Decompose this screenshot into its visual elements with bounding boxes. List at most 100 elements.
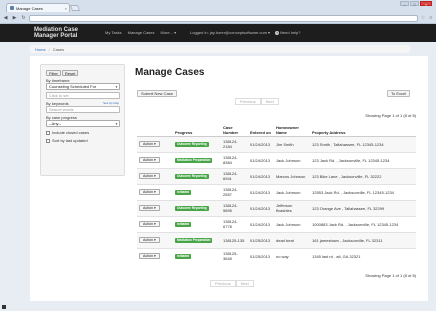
progress-badge: Outcome Reporting	[175, 174, 209, 179]
brand[interactable]: Mediation Case Manager Portal	[34, 27, 78, 39]
new-tab-button[interactable]	[69, 5, 81, 11]
help-link[interactable]: ? Need help?	[275, 30, 301, 35]
progress-cell: Outcome Reporting	[173, 167, 221, 184]
filter-sidebar: Filter Reset By timeframe Counseling Sche…	[40, 64, 125, 176]
action-dropdown-button[interactable]: Action ▾	[139, 205, 160, 211]
progress-badge: Outcome Reporting	[175, 142, 209, 147]
timeframe-date-input[interactable]: Click to set	[46, 92, 120, 99]
column-header-entered-on[interactable]: Entered on	[248, 120, 274, 137]
progress-cell: Initiated	[173, 215, 221, 232]
case-number-cell: 138124-6778	[221, 215, 248, 232]
maximize-button[interactable]: □	[410, 1, 419, 7]
include-closed-checkbox[interactable]: Include closed cases	[46, 130, 119, 135]
page-content: Filter Reset By timeframe Counseling Sche…	[30, 56, 428, 301]
action-dropdown-button[interactable]: Action ▾	[139, 157, 160, 163]
timeframe-select[interactable]: Counseling Scheduled For ▼	[46, 83, 120, 90]
progress-select-value: --Any--	[49, 121, 62, 126]
homeowner-cell: Jack Johnson	[274, 215, 310, 232]
bookmark-star-icon[interactable]: ☆	[420, 15, 426, 21]
chevron-down-icon: ▼	[115, 122, 118, 126]
entered-on-cell: 01/24/2013	[248, 167, 274, 184]
submit-new-case-button[interactable]: Submit New Case	[137, 90, 178, 97]
entered-on-cell: 01/24/2013	[248, 151, 274, 168]
action-cell: Action ▾	[137, 199, 173, 216]
browser-tab[interactable]: Manage Cases ×	[6, 3, 70, 12]
url-input[interactable]	[29, 14, 418, 22]
homeowner-cell: Marcus Johnson	[274, 167, 310, 184]
homeowner-cell: Jefferson Brashtes	[274, 199, 310, 216]
table-header-row: Progress Case Number Entered on Homeowne…	[137, 120, 416, 137]
tab-close-icon[interactable]: ×	[65, 6, 67, 11]
column-header-address[interactable]: Property Address	[310, 120, 416, 137]
keywords-input[interactable]: Search words	[46, 106, 120, 113]
nav-manage-cases[interactable]: Manage Cases	[128, 30, 155, 35]
breadcrumb-home[interactable]: Home	[35, 47, 46, 52]
address-cell: 123 Jack Rd. , Jacksonville, FL 12345-12…	[310, 151, 416, 168]
reset-button[interactable]: Reset	[61, 70, 79, 76]
reload-icon[interactable]: ↻	[20, 15, 27, 22]
case-number-cell: 138125-135	[221, 231, 248, 248]
timeframe-select-value: Counseling Scheduled For	[49, 84, 97, 89]
column-header-progress[interactable]: Progress	[173, 120, 221, 137]
action-dropdown-button[interactable]: Action ▾	[139, 237, 160, 243]
filter-button[interactable]: Filter	[46, 70, 61, 76]
column-header-case-number[interactable]: Case Number	[221, 120, 248, 137]
action-cell: Action ▾	[137, 215, 173, 232]
taskbar-icon	[2, 305, 6, 309]
sort-updated-checkbox[interactable]: Sort by last updated	[46, 138, 119, 143]
table-row: Action ▾ Outcome Reporting 138124-6941 01/2…	[137, 167, 416, 184]
action-dropdown-button[interactable]: Action ▾	[139, 253, 160, 260]
address-bar-row: ◀ ▶ ↻ ☆ ≡	[2, 13, 434, 23]
progress-badge: Initiated	[175, 190, 192, 195]
address-cell: 1345 last rd , atl, GA 32321	[310, 247, 416, 264]
cases-table: Progress Case Number Entered on Homeowne…	[137, 120, 416, 264]
chevron-down-icon: ▼	[115, 85, 118, 89]
case-number-cell: 138124-2184	[221, 135, 248, 152]
column-header-homeowner[interactable]: Homeowner Name	[274, 120, 310, 137]
pager-next[interactable]: Next	[235, 280, 254, 287]
pager-previous[interactable]: Previous	[210, 280, 236, 287]
keywords-tip-link[interactable]: See tip help	[103, 101, 119, 106]
entered-on-cell: 01/24/2013	[248, 215, 274, 232]
table-row: Action ▾ Initiated 138124-2557 01/24/2013 Ja…	[137, 183, 416, 200]
browser-menu-icon[interactable]: ≡	[428, 15, 434, 21]
action-dropdown-button[interactable]: Action ▾	[139, 189, 160, 195]
case-number-cell: 138124-6941	[221, 167, 248, 184]
pager-previous[interactable]: Previous	[235, 98, 261, 105]
progress-cell: Mediation Preparation	[173, 231, 221, 248]
pager-bottom: Previous Next	[210, 280, 254, 287]
table-row: Action ▾ Outcome Reporting 138124-2184 01/2…	[137, 135, 416, 152]
app-navbar: Mediation Case Manager Portal My Tasks M…	[0, 24, 436, 42]
nav-my-tasks[interactable]: My Tasks	[105, 30, 122, 35]
progress-cell: Initiated	[173, 247, 221, 264]
action-cell: Action ▾	[137, 135, 173, 152]
logged-in-user[interactable]: Logged in: jay.horer@conceptsoftware.com…	[190, 30, 270, 35]
minimize-button[interactable]: –	[400, 1, 409, 7]
progress-cell: Initiated	[173, 183, 221, 200]
progress-cell: Outcome Reporting	[173, 199, 221, 216]
action-dropdown-button[interactable]: Action ▾	[139, 141, 160, 147]
nav-more[interactable]: More... ▾	[161, 30, 177, 35]
export-excel-button[interactable]: To Excel	[387, 90, 411, 97]
action-dropdown-button[interactable]: Action ▾	[139, 173, 160, 179]
breadcrumb: Home / Cases	[30, 45, 410, 53]
nav-links: My Tasks Manage Cases More... ▾	[105, 30, 176, 35]
forward-icon[interactable]: ▶	[11, 15, 18, 22]
action-cell: Action ▾	[137, 231, 173, 248]
pager-next[interactable]: Next	[260, 98, 279, 105]
breadcrumb-separator: /	[48, 46, 50, 52]
progress-badge: Initiated	[175, 254, 192, 260]
address-cell: 12553 Jack Rd. , Jacksonville, FL 12345-…	[310, 183, 416, 200]
entered-on-cell: 01/25/2013	[248, 247, 274, 264]
showing-count-top: Showing Page 1 of 1 (8 of 8)	[365, 113, 416, 118]
case-number-cell: 138124-8384	[221, 151, 248, 168]
back-icon[interactable]: ◀	[2, 15, 9, 22]
progress-badge: Outcome Reporting	[175, 206, 209, 211]
table-row: Action ▾ Mediation Preparation 138125-135 0…	[137, 231, 416, 248]
close-window-button[interactable]: ×	[420, 1, 432, 7]
case-number-cell: 138125-3645	[221, 247, 248, 264]
action-dropdown-button[interactable]: Action ▾	[139, 221, 160, 227]
progress-select[interactable]: --Any-- ▼	[46, 120, 120, 127]
column-header-action	[137, 120, 173, 137]
tab-title: Manage Cases	[16, 5, 43, 11]
